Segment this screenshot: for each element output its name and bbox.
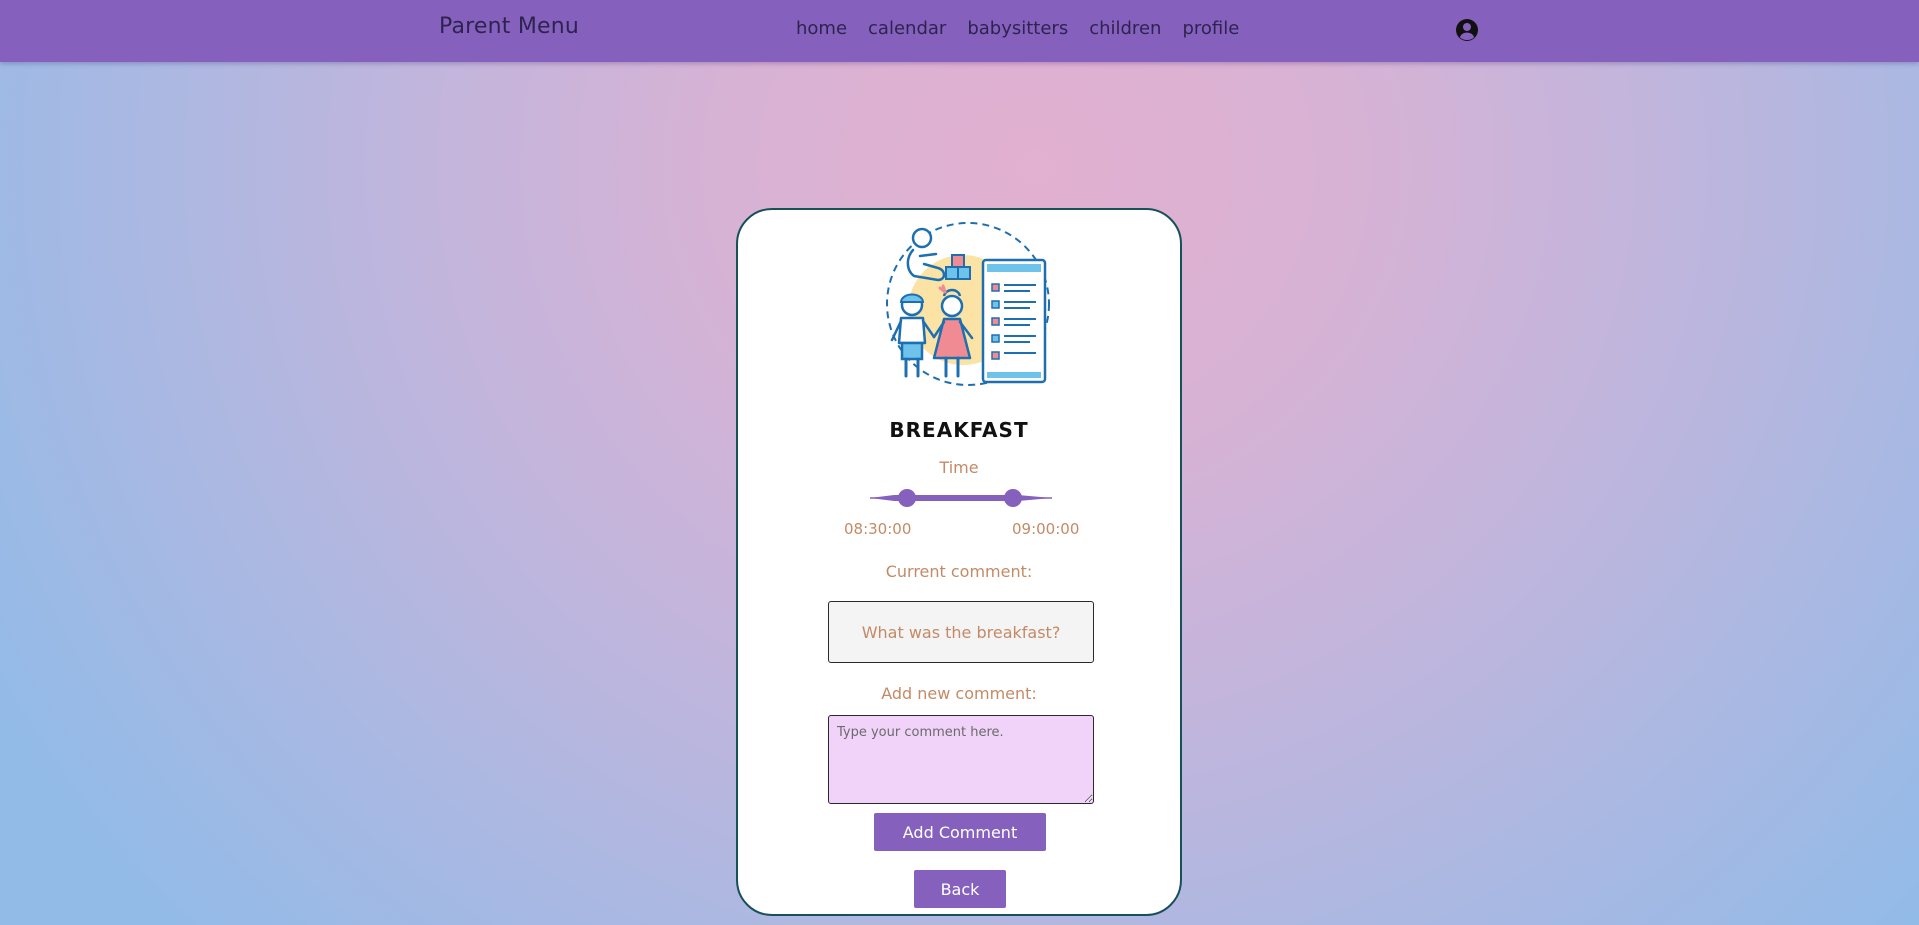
new-comment-label: Add new comment: — [881, 684, 1037, 703]
nav-links: home calendar babysitters children profi… — [796, 18, 1239, 39]
current-comment-box: What was the breakfast? — [828, 601, 1094, 663]
nav-link-profile[interactable]: profile — [1182, 18, 1239, 39]
current-comment-text: What was the breakfast? — [861, 622, 1061, 642]
time-start-value: 08:30:00 — [844, 520, 912, 538]
back-button[interactable]: Back — [914, 870, 1006, 908]
activity-card: BREAKFAST Time 08:30:00 09:00:00 Current… — [736, 208, 1182, 916]
nav-link-babysitters[interactable]: babysitters — [967, 18, 1068, 39]
time-end-value: 09:00:00 — [1012, 520, 1080, 538]
childcare-checklist-illustration — [886, 222, 1050, 386]
nav-link-calendar[interactable]: calendar — [868, 18, 946, 39]
time-range-slider[interactable] — [870, 486, 1052, 510]
time-start-handle[interactable] — [898, 489, 916, 507]
top-navbar: Parent Menu home calendar babysitters ch… — [0, 0, 1919, 62]
activity-title: BREAKFAST — [889, 418, 1029, 442]
add-comment-button[interactable]: Add Comment — [874, 813, 1046, 851]
brand-title[interactable]: Parent Menu — [439, 14, 579, 39]
nav-link-children[interactable]: children — [1089, 18, 1161, 39]
user-circle-icon[interactable] — [1455, 18, 1479, 42]
current-comment-label: Current comment: — [885, 562, 1033, 581]
time-label: Time — [939, 458, 979, 477]
time-end-handle[interactable] — [1004, 489, 1022, 507]
nav-link-home[interactable]: home — [796, 18, 847, 39]
new-comment-input[interactable] — [828, 715, 1094, 804]
